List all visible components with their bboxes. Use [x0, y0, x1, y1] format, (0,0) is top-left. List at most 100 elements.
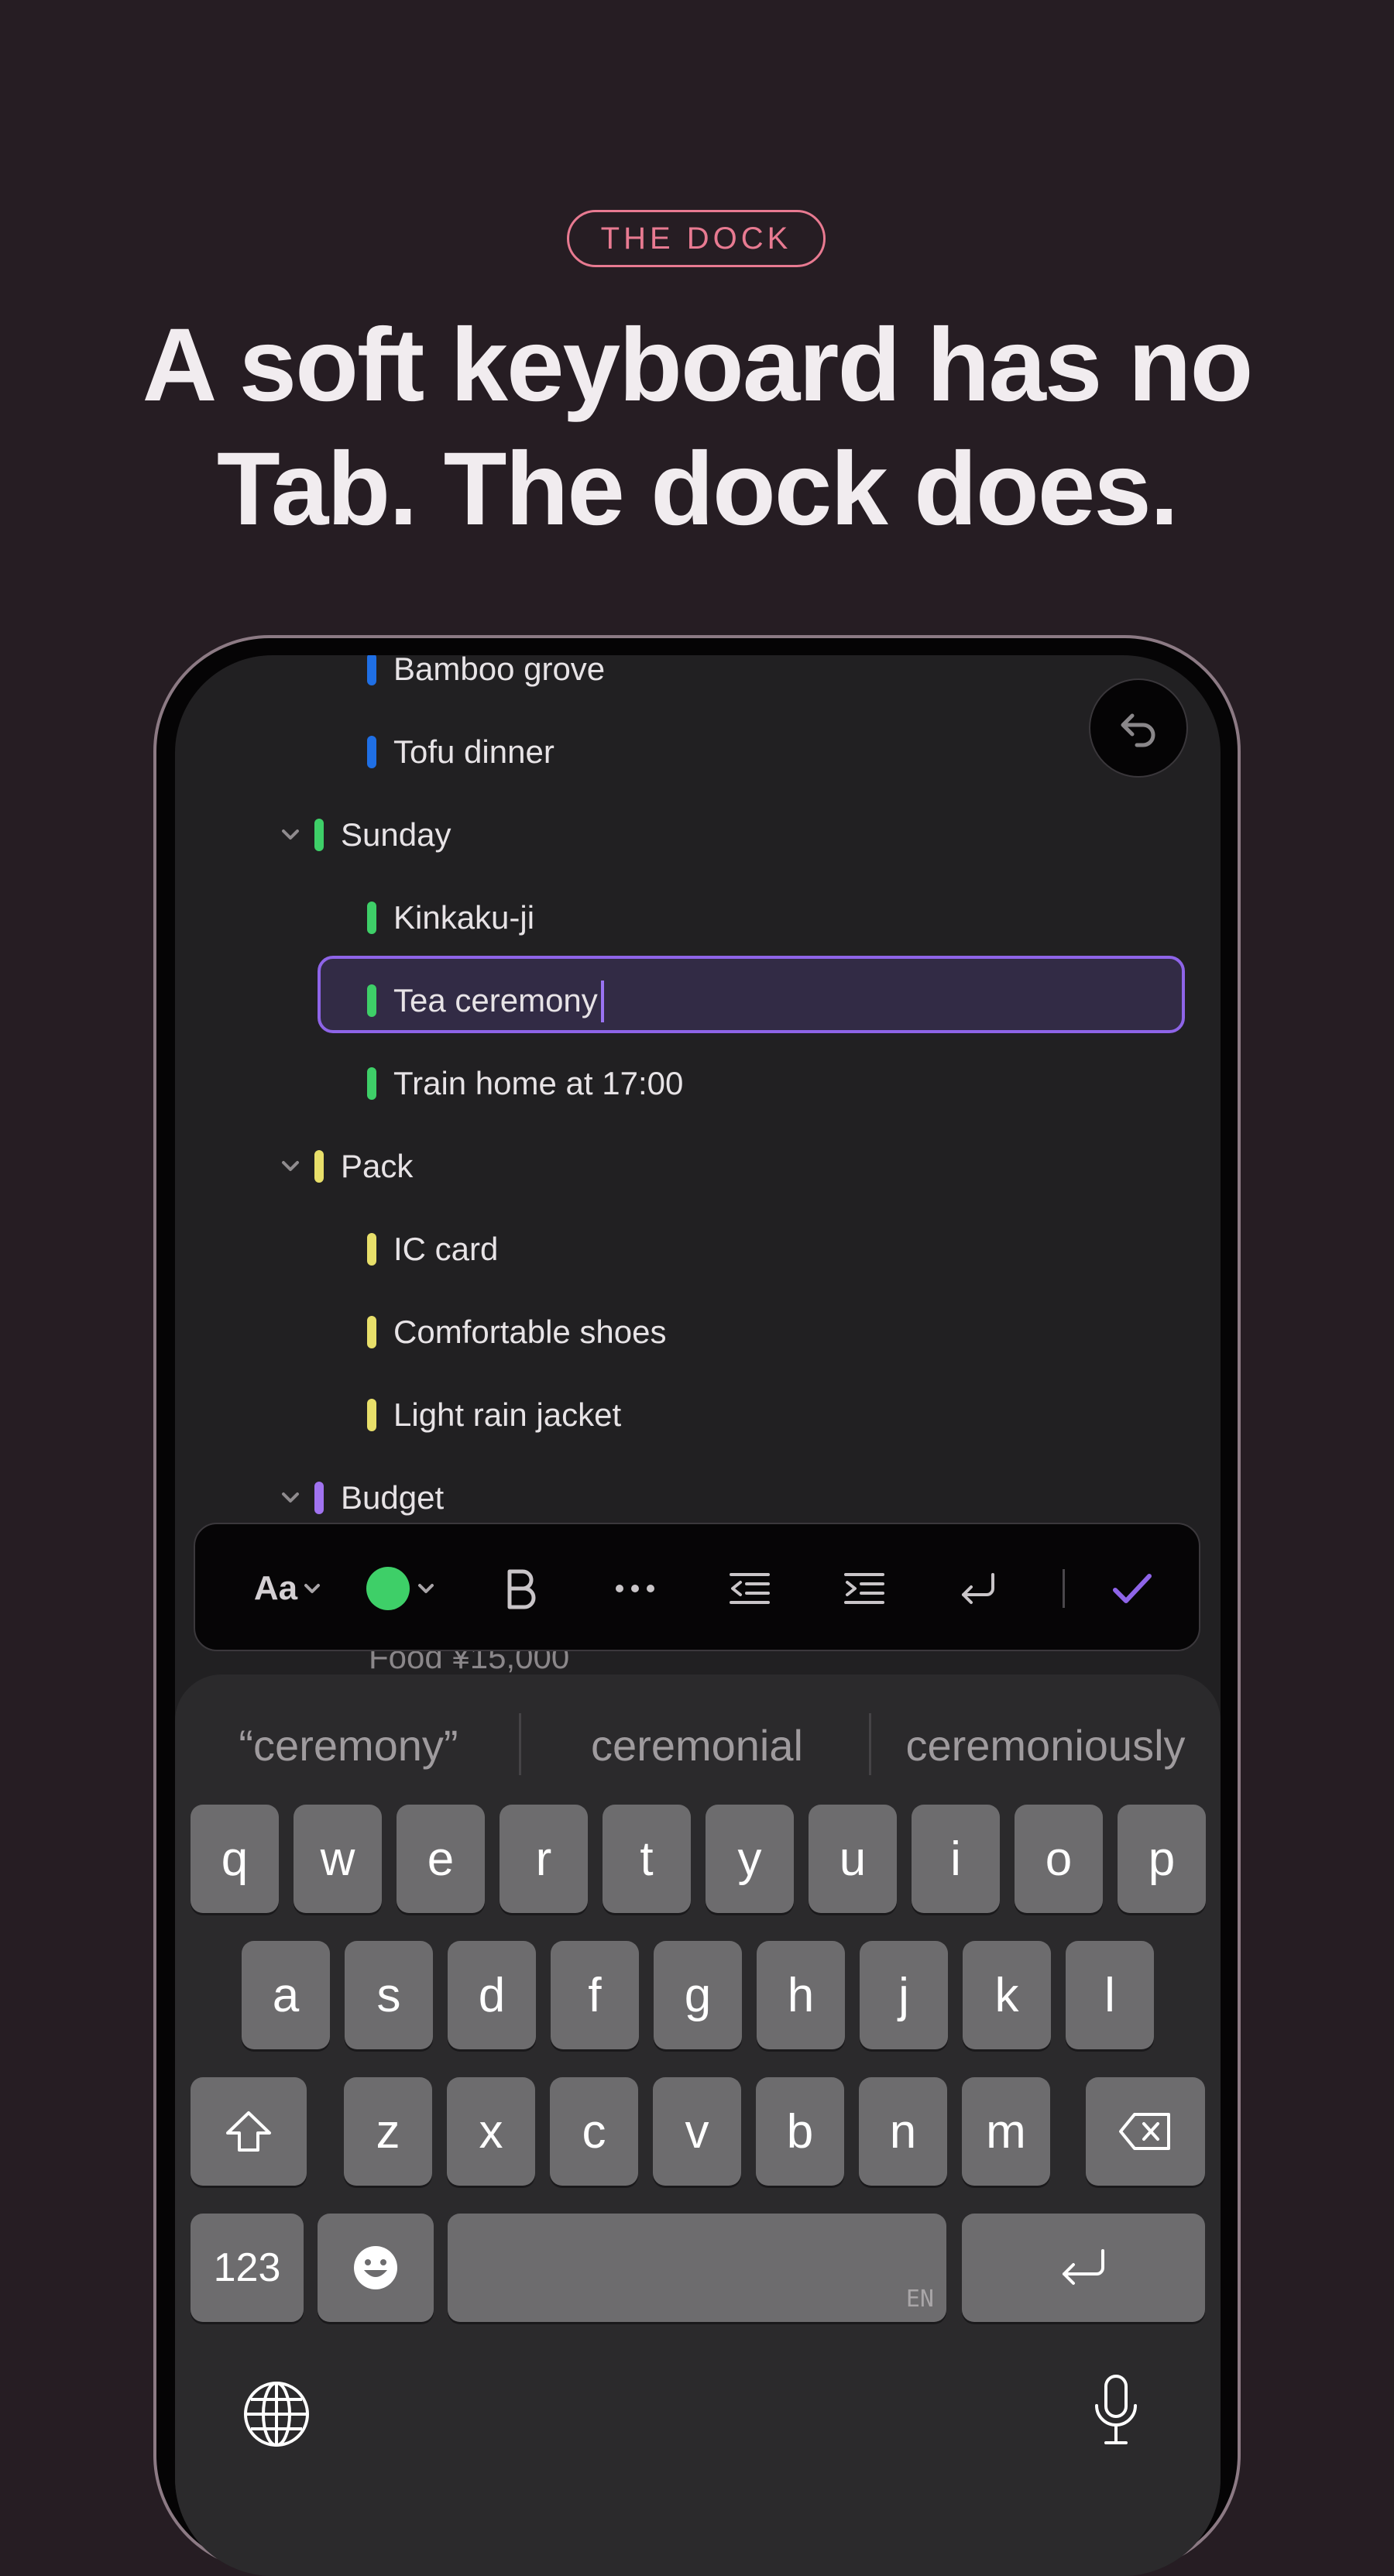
outline-child-row[interactable]: Bamboo grove [175, 655, 1221, 708]
key-h[interactable]: h [757, 1941, 845, 2049]
suggestion-divider [519, 1713, 521, 1775]
color-swatch-icon [366, 1567, 410, 1610]
globe-icon [244, 2382, 309, 2447]
chevron-down-icon[interactable] [279, 1155, 302, 1178]
undo-button[interactable] [1089, 678, 1188, 778]
suggestion-1[interactable]: “ceremony” [178, 1712, 519, 1778]
dictation-button[interactable] [1089, 2372, 1143, 2453]
color-button[interactable] [358, 1524, 443, 1653]
more-icon [616, 1585, 654, 1592]
color-tag-bar [314, 1482, 324, 1514]
newline-button[interactable] [932, 1524, 1025, 1653]
headline-line-1: A soft keyboard has no [142, 307, 1254, 423]
outline-parent-row[interactable]: Sunday [175, 796, 1221, 874]
shift-key[interactable] [191, 2077, 307, 2186]
outline-child-row[interactable]: Train home at 17:00 [175, 1045, 1221, 1122]
key-p[interactable]: p [1118, 1805, 1206, 1913]
text-caret [601, 981, 604, 1022]
outline-row-text[interactable]: Tea ceremony [393, 982, 598, 1019]
outline-child-row[interactable]: Tofu dinner [175, 713, 1221, 791]
text-style-button[interactable]: Aa [242, 1524, 335, 1653]
key-o[interactable]: o [1015, 1805, 1103, 1913]
key-y[interactable]: y [706, 1805, 794, 1913]
outline-row-text: Sunday [341, 816, 452, 853]
numbers-key[interactable]: 123 [191, 2214, 304, 2322]
key-a[interactable]: a [242, 1941, 330, 2049]
suggestion-2[interactable]: ceremonial [527, 1712, 867, 1778]
key-e[interactable]: e [397, 1805, 485, 1913]
language-switch-button[interactable] [242, 2379, 311, 2453]
color-tag-bar [314, 1150, 324, 1183]
text-style-label: Aa [253, 1569, 298, 1607]
bold-button[interactable] [474, 1524, 567, 1653]
indent-button[interactable] [818, 1524, 911, 1653]
formatting-dock: Aa [194, 1523, 1200, 1651]
key-t[interactable]: t [603, 1805, 691, 1913]
key-x[interactable]: x [447, 2077, 535, 2186]
key-u[interactable]: u [809, 1805, 897, 1913]
color-tag-bar [367, 984, 376, 1017]
suggestion-divider [869, 1713, 871, 1775]
color-tag-bar [367, 1233, 376, 1266]
return-key[interactable] [962, 2214, 1205, 2322]
key-v[interactable]: v [653, 2077, 741, 2186]
outline-row-text: Bamboo grove [393, 655, 606, 687]
backspace-key[interactable] [1086, 2077, 1205, 2186]
key-k[interactable]: k [963, 1941, 1051, 2049]
key-n[interactable]: n [859, 2077, 947, 2186]
key-j[interactable]: j [860, 1941, 948, 2049]
color-tag-bar [367, 902, 376, 934]
key-i[interactable]: i [912, 1805, 1000, 1913]
space-language-label: EN [905, 2286, 934, 2313]
emoji-key[interactable] [318, 2214, 434, 2322]
section-badge: THE DOCK [567, 210, 826, 267]
outdent-button[interactable] [703, 1524, 796, 1653]
key-g[interactable]: g [654, 1941, 742, 2049]
outline-child-row[interactable]: Tea ceremony [175, 962, 1221, 1039]
outline-row-text: Comfortable shoes [393, 1314, 667, 1350]
chevron-down-icon [304, 1584, 321, 1593]
soft-keyboard: “ceremony” ceremonial ceremoniously qwer… [175, 1674, 1221, 2576]
key-l[interactable]: l [1066, 1941, 1154, 2049]
more-button[interactable] [589, 1524, 682, 1653]
outline-child-row[interactable]: Light rain jacket [175, 1376, 1221, 1454]
key-z[interactable]: z [344, 2077, 432, 2186]
chevron-down-icon[interactable] [279, 1486, 302, 1510]
headline: A soft keyboard has no Tab. The dock doe… [0, 304, 1394, 551]
key-s[interactable]: s [345, 1941, 433, 2049]
outline-child-row[interactable]: IC card [175, 1211, 1221, 1288]
color-tag-bar [367, 655, 376, 685]
key-q[interactable]: q [191, 1805, 279, 1913]
outline-child-row[interactable]: Kinkaku-ji [175, 879, 1221, 957]
key-d[interactable]: d [448, 1941, 536, 2049]
shift-icon [226, 2111, 271, 2152]
chevron-down-icon [418, 1584, 434, 1593]
emoji-icon [354, 2246, 397, 2289]
outline-row-text: Pack [341, 1148, 414, 1184]
undo-icon [1121, 713, 1155, 747]
headline-line-2: Tab. The dock does. [216, 431, 1179, 547]
outline-child-row[interactable]: Comfortable shoes [175, 1293, 1221, 1371]
return-icon [962, 1573, 994, 1604]
space-key[interactable]: EN [448, 2214, 946, 2322]
key-w[interactable]: w [294, 1805, 382, 1913]
bold-icon [507, 1569, 536, 1609]
outline-row-text: Light rain jacket [393, 1396, 622, 1433]
outline-row-text: Tofu dinner [393, 733, 555, 770]
suggestion-3[interactable]: ceremoniously [875, 1712, 1216, 1778]
color-tag-bar [367, 1399, 376, 1431]
key-c[interactable]: c [550, 2077, 638, 2186]
key-b[interactable]: b [756, 2077, 844, 2186]
color-tag-bar [367, 736, 376, 768]
color-tag-bar [367, 1316, 376, 1348]
color-tag-bar [367, 1067, 376, 1100]
done-check-icon [1113, 1574, 1152, 1603]
indent-icon [844, 1573, 884, 1604]
dock-divider [1063, 1569, 1065, 1608]
done-button[interactable] [1086, 1524, 1179, 1653]
chevron-down-icon[interactable] [279, 823, 302, 847]
key-m[interactable]: m [962, 2077, 1050, 2186]
key-f[interactable]: f [551, 1941, 639, 2049]
outline-parent-row[interactable]: Pack [175, 1128, 1221, 1205]
key-r[interactable]: r [500, 1805, 588, 1913]
